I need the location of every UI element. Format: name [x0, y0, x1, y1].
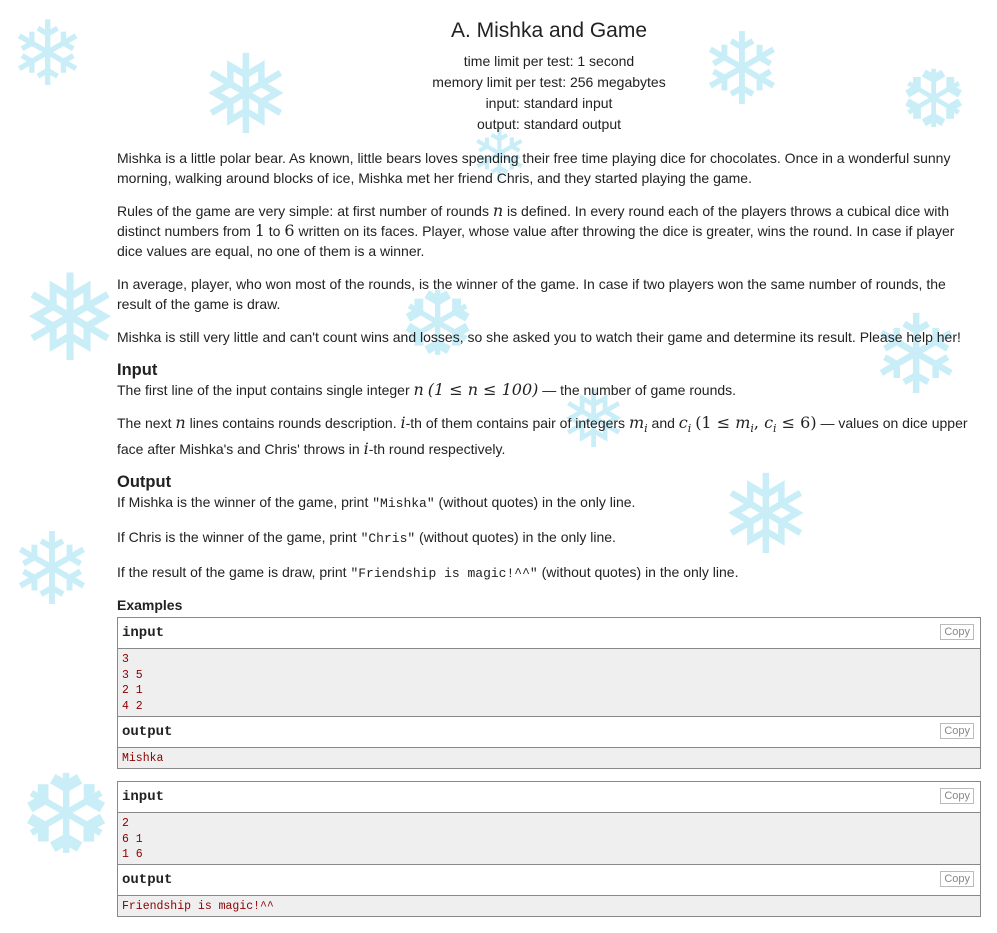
- input-spec-paragraph: The next n lines contains rounds descrip…: [117, 413, 968, 458]
- example-input-body: 2 6 1 1 6: [118, 812, 980, 865]
- example-1: input Copy 3 3 5 2 1 4 2 output Copy Mis…: [117, 616, 981, 769]
- example-input-body: 3 3 5 2 1 4 2: [118, 648, 980, 716]
- legend-paragraph: Rules of the game are very simple: at fi…: [117, 201, 955, 259]
- example-line: Friendship is magic!^^: [122, 900, 274, 914]
- example-input-label: input: [122, 624, 165, 641]
- output-spec-paragraph: If the result of the game is draw, print…: [117, 563, 739, 581]
- copy-button[interactable]: Copy: [940, 623, 974, 640]
- example-output-label: output: [122, 872, 173, 889]
- example-line: 6 1: [122, 832, 143, 846]
- problem-header: A. Mishka and Game time limit per test: …: [117, 19, 981, 135]
- example-line: 1 6: [122, 848, 143, 862]
- example-2: input Copy 2 6 1 1 6 output Copy Friends…: [117, 780, 981, 917]
- example-line: Mishka: [122, 751, 164, 765]
- example-line: 2: [122, 816, 129, 830]
- example-output-header: output Copy: [118, 865, 980, 897]
- time-limit: time limit per test: 1 second: [463, 53, 635, 69]
- copy-button[interactable]: Copy: [940, 722, 974, 739]
- copy-button[interactable]: Copy: [940, 871, 974, 888]
- example-line: 3: [122, 652, 129, 666]
- example-output-body: Friendship is magic!^^: [118, 896, 980, 916]
- output-section-title: Output: [117, 472, 172, 491]
- example-output-body: Mishka: [118, 747, 980, 768]
- input-spec-paragraph: The first line of the input contains sin…: [117, 380, 737, 399]
- example-line: 3 5: [122, 668, 143, 682]
- problem-statement: A. Mishka and Game time limit per test: …: [117, 0, 981, 929]
- input-file: input: standard input: [485, 95, 613, 111]
- snowflake-icon: ❄: [10, 2, 86, 107]
- output-file: output: standard output: [477, 116, 621, 132]
- problem-title: A. Mishka and Game: [450, 19, 648, 42]
- input-section-title: Input: [117, 361, 158, 379]
- examples-title: Examples: [117, 596, 183, 613]
- example-line: 2 1: [122, 684, 143, 698]
- snowflake-icon: ❄: [10, 511, 94, 628]
- example-output-label: output: [122, 723, 173, 740]
- example-input-header: input Copy: [118, 617, 980, 649]
- copy-button[interactable]: Copy: [940, 787, 974, 804]
- legend-paragraph: Mishka is still very little and can't co…: [117, 329, 961, 345]
- memory-limit: memory limit per test: 256 megabytes: [432, 74, 666, 90]
- example-input-header: input Copy: [118, 781, 980, 813]
- example-line: 4 2: [122, 700, 143, 714]
- output-spec-paragraph: If Chris is the winner of the game, prin…: [117, 528, 616, 546]
- example-output-header: output Copy: [118, 716, 980, 748]
- example-input-label: input: [122, 788, 165, 805]
- legend-paragraph: In average, player, who won most of the …: [117, 276, 946, 312]
- legend-paragraph: Mishka is a little polar bear. As known,…: [117, 150, 951, 186]
- legend: Mishka is a little polar bear. As known,…: [117, 148, 981, 584]
- snowflake-icon: ❆: [20, 751, 113, 879]
- output-spec-paragraph: If Mishka is the winner of the game, pri…: [117, 493, 636, 511]
- snowflake-icon: ❅: [20, 250, 121, 389]
